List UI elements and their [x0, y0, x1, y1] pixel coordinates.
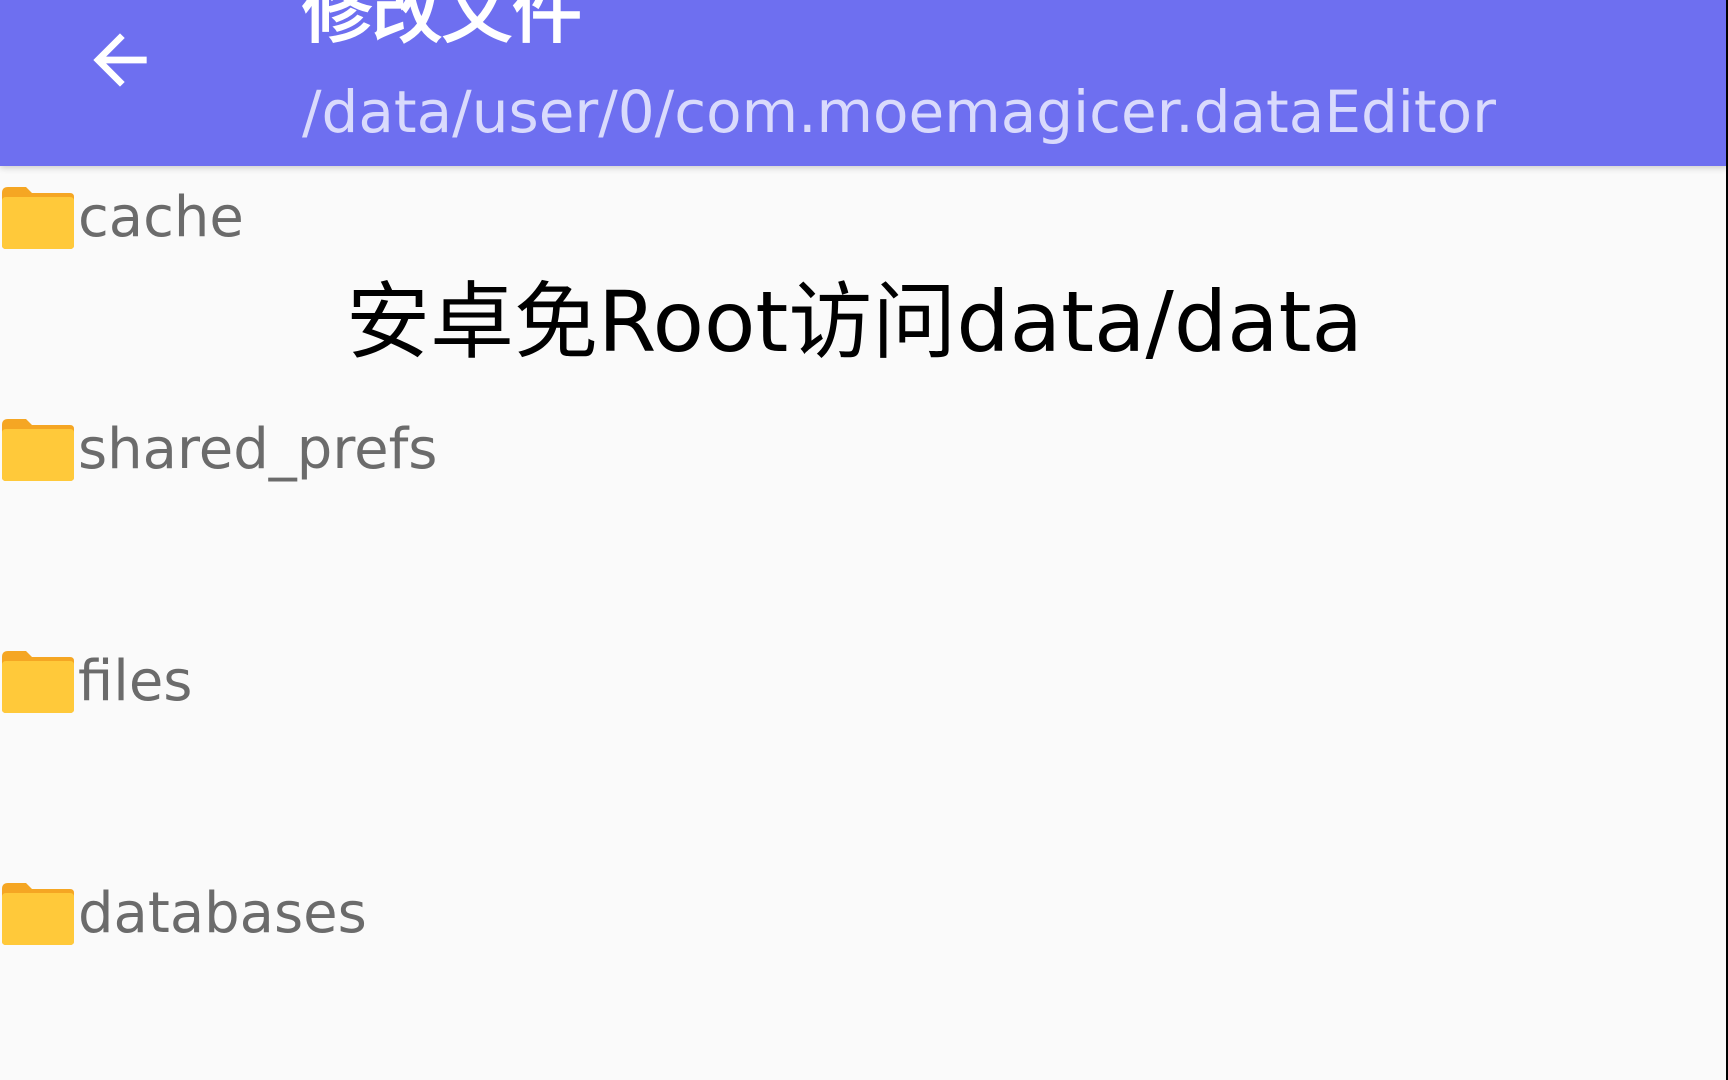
page-title: 修改文件: [302, 0, 582, 53]
list-item-folder-shared-prefs[interactable]: shared_prefs: [0, 402, 1726, 498]
folder-name: files: [78, 649, 193, 714]
list-item-folder-databases[interactable]: databases: [0, 866, 1726, 962]
folder-name: databases: [78, 881, 367, 946]
folder-name: shared_prefs: [78, 417, 438, 482]
back-button[interactable]: [72, 12, 168, 108]
folder-icon: [2, 187, 74, 249]
app-screen: 修改文件 /data/user/0/com.moemagicer.dataEdi…: [0, 0, 1728, 1080]
arrow-left-icon: [93, 33, 147, 87]
app-bar: 修改文件 /data/user/0/com.moemagicer.dataEdi…: [0, 0, 1728, 166]
overlay-caption: 安卓免Root访问data/data: [346, 273, 1364, 371]
list-item-folder-files[interactable]: files: [0, 634, 1726, 730]
folder-name: cache: [78, 185, 244, 250]
folder-icon: [2, 883, 74, 945]
folder-icon: [2, 651, 74, 713]
list-item-folder-cache[interactable]: cache: [0, 170, 1726, 266]
current-path: /data/user/0/com.moemagicer.dataEditor: [302, 78, 1496, 146]
folder-icon: [2, 419, 74, 481]
